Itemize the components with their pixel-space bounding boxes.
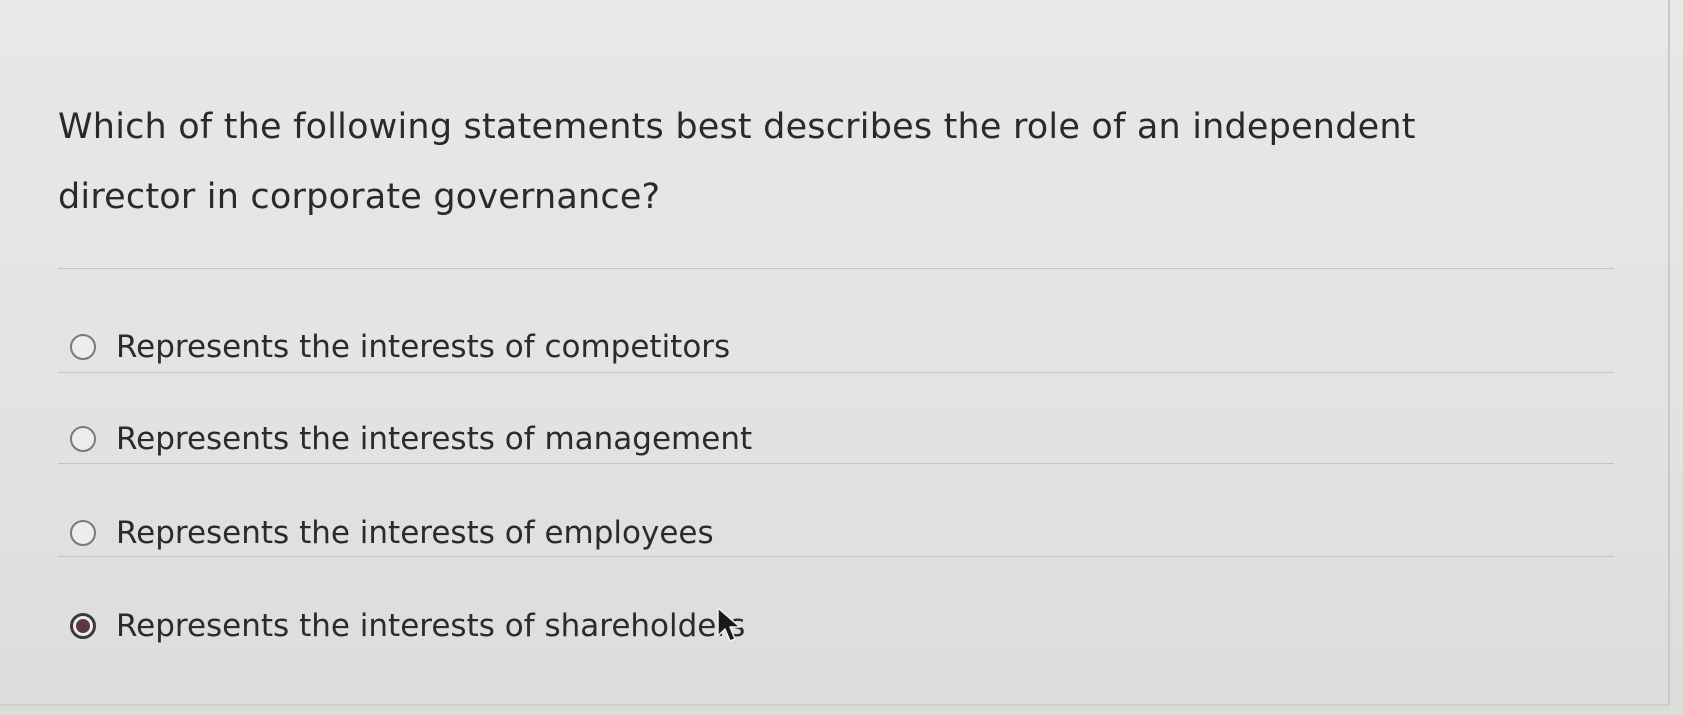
quiz-screen: Which of the following statements best d…	[0, 0, 1683, 715]
option-label: Represents the interests of management	[116, 421, 753, 457]
option-employees[interactable]: Represents the interests of employees	[70, 508, 714, 558]
mouse-pointer-icon	[717, 607, 741, 642]
radio-filled-icon[interactable]	[70, 613, 96, 639]
option-shareholders[interactable]: Represents the interests of shareholders	[70, 601, 745, 651]
radio-empty-icon[interactable]	[70, 334, 96, 360]
card-bottom-edge	[0, 704, 1670, 706]
divider	[58, 372, 1614, 373]
divider	[58, 463, 1614, 464]
question-text: Which of the following statements best d…	[58, 107, 1416, 217]
card-right-edge	[1668, 0, 1670, 706]
option-label: Represents the interests of employees	[116, 515, 714, 551]
radio-empty-icon[interactable]	[70, 426, 96, 452]
divider	[58, 556, 1614, 557]
option-competitors[interactable]: Represents the interests of competitors	[70, 322, 730, 372]
divider-top	[58, 268, 1614, 269]
option-label: Represents the interests of shareholders	[116, 608, 746, 644]
radio-empty-icon[interactable]	[70, 520, 96, 546]
option-management[interactable]: Represents the interests of management	[70, 414, 752, 464]
option-label: Represents the interests of competitors	[116, 329, 731, 365]
